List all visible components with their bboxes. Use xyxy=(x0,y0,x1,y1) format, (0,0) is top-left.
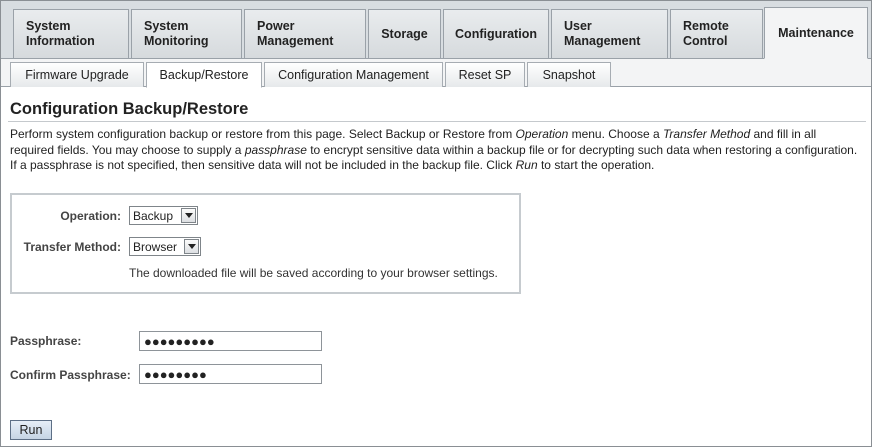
subtab-firmware-upgrade[interactable]: Firmware Upgrade xyxy=(10,62,144,87)
subtab-label: Backup/Restore xyxy=(159,68,249,82)
app-frame: System Information System Monitoring Pow… xyxy=(0,0,872,447)
tab-power-management[interactable]: Power Management xyxy=(244,9,366,58)
transfer-method-select[interactable]: Browser xyxy=(129,237,201,256)
tab-label: Power Management xyxy=(257,19,334,48)
operation-label: Operation: xyxy=(60,209,121,223)
description-emphasis: Operation xyxy=(515,127,569,141)
tab-label: System Information xyxy=(26,19,95,48)
tab-storage[interactable]: Storage xyxy=(368,9,441,58)
tab-remote-control[interactable]: Remote Control xyxy=(670,9,763,58)
operation-select[interactable]: Backup xyxy=(129,206,198,225)
tab-label: Remote Control xyxy=(683,19,729,48)
passphrase-label: Passphrase: xyxy=(10,334,82,348)
transfer-method-label: Transfer Method: xyxy=(23,240,121,254)
description-text: to start the operation. xyxy=(537,158,655,172)
page-title: Configuration Backup/Restore xyxy=(10,100,249,118)
tab-label: User Management xyxy=(564,19,641,48)
download-note: The downloaded file will be saved accord… xyxy=(129,266,498,280)
subtab-configuration-management[interactable]: Configuration Management xyxy=(264,62,443,87)
tab-configuration[interactable]: Configuration xyxy=(443,9,549,58)
confirm-passphrase-label: Confirm Passphrase: xyxy=(10,368,131,382)
confirm-passphrase-input[interactable]: ●●●●●●●● xyxy=(139,364,322,384)
main-tab-bar: System Information System Monitoring Pow… xyxy=(1,1,871,59)
transfer-method-selected-value: Browser xyxy=(133,239,178,254)
description-emphasis: Transfer Method xyxy=(662,127,751,141)
tab-label: System Monitoring xyxy=(144,19,209,48)
tab-system-monitoring[interactable]: System Monitoring xyxy=(131,9,242,58)
tab-user-management[interactable]: User Management xyxy=(551,9,668,58)
subtab-label: Configuration Management xyxy=(278,68,429,82)
chevron-down-icon[interactable] xyxy=(181,208,196,223)
sub-tab-bar: Firmware Upgrade Backup/Restore Configur… xyxy=(1,59,871,88)
subtab-backup-restore[interactable]: Backup/Restore xyxy=(146,62,262,88)
description-text: menu. Choose a xyxy=(568,127,663,141)
subtab-snapshot[interactable]: Snapshot xyxy=(527,62,611,87)
tab-label: Storage xyxy=(381,26,428,41)
description-emphasis: passphrase xyxy=(244,142,307,157)
tab-maintenance[interactable]: Maintenance xyxy=(764,7,868,59)
passphrase-input[interactable]: ●●●●●●●●● xyxy=(139,331,322,351)
operation-selected-value: Backup xyxy=(133,208,174,223)
subtab-label: Firmware Upgrade xyxy=(25,68,129,82)
page-description: Perform system configuration backup or r… xyxy=(10,127,860,174)
subtab-label: Snapshot xyxy=(542,68,596,82)
tab-system-information[interactable]: System Information xyxy=(13,9,129,58)
description-emphasis: Run xyxy=(515,158,538,172)
run-button[interactable]: Run xyxy=(10,420,52,440)
tab-label: Configuration xyxy=(455,26,537,41)
subtab-reset-sp[interactable]: Reset SP xyxy=(445,62,525,87)
tab-label: Maintenance xyxy=(778,25,854,40)
subtab-label: Reset SP xyxy=(458,68,512,82)
title-divider xyxy=(8,121,866,122)
description-text: Perform system configuration backup or r… xyxy=(10,127,516,141)
chevron-down-icon[interactable] xyxy=(184,239,199,254)
